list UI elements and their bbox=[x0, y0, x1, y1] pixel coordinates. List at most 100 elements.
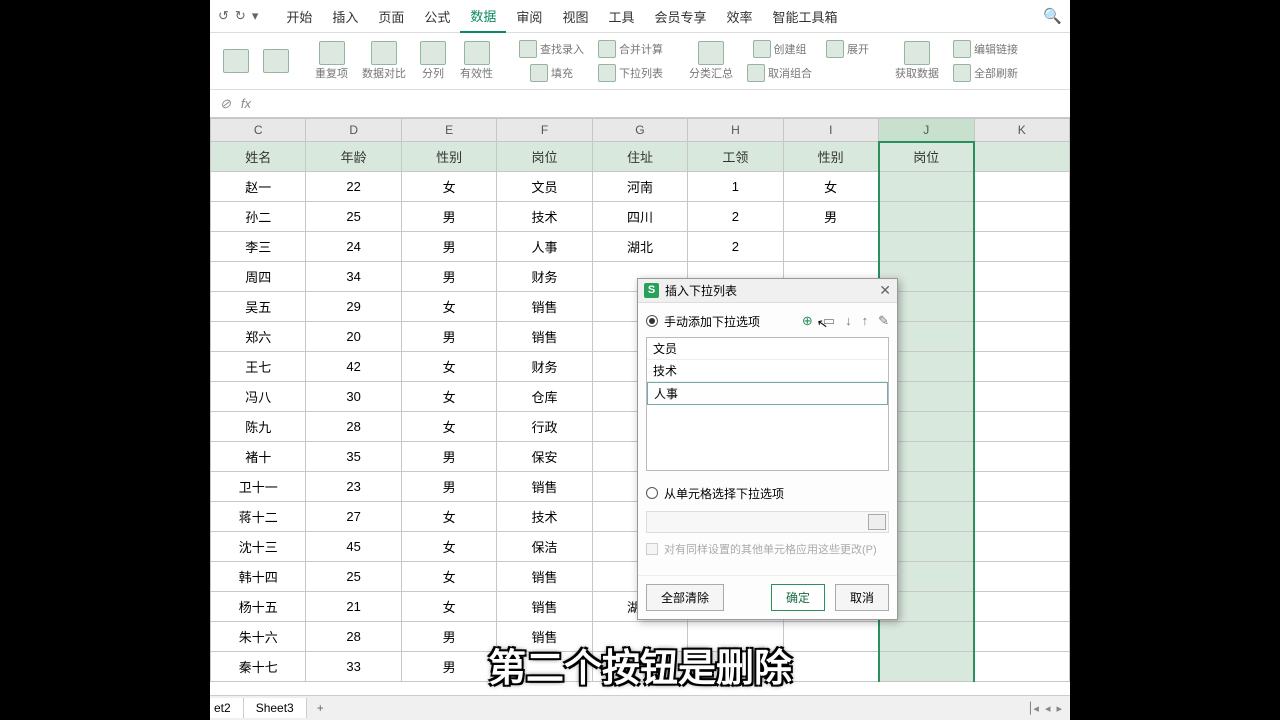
scroll-right-icon[interactable]: ▸ bbox=[1056, 702, 1062, 715]
header-cell[interactable] bbox=[974, 142, 1070, 172]
column-header[interactable]: H bbox=[688, 119, 783, 142]
cell[interactable]: 仓库 bbox=[497, 382, 592, 412]
cell[interactable]: 销售 bbox=[497, 562, 592, 592]
menu-smart[interactable]: 智能工具箱 bbox=[763, 1, 848, 32]
cell[interactable] bbox=[974, 232, 1070, 262]
cell[interactable]: 保安 bbox=[497, 442, 592, 472]
cell[interactable]: 财务 bbox=[497, 352, 592, 382]
cell[interactable]: 技术 bbox=[497, 202, 592, 232]
cell[interactable]: 45 bbox=[306, 532, 401, 562]
header-cell[interactable]: 住址 bbox=[592, 142, 687, 172]
cell[interactable] bbox=[974, 592, 1070, 622]
column-header[interactable]: D bbox=[306, 119, 401, 142]
list-item[interactable]: 人事 bbox=[647, 382, 888, 405]
cell-range-input[interactable] bbox=[646, 511, 889, 533]
ribbon-compare[interactable]: 数据对比 bbox=[356, 33, 412, 89]
menu-member[interactable]: 会员专享 bbox=[644, 1, 716, 32]
cell[interactable]: 女 bbox=[783, 172, 878, 202]
header-cell[interactable]: 性别 bbox=[783, 142, 878, 172]
column-header[interactable]: I bbox=[783, 119, 878, 142]
cell[interactable]: 23 bbox=[306, 472, 401, 502]
move-up-icon[interactable]: ↑ bbox=[862, 313, 869, 329]
cell[interactable]: 男 bbox=[401, 652, 496, 682]
cell[interactable]: 1 bbox=[688, 172, 783, 202]
menu-page[interactable]: 页面 bbox=[368, 1, 414, 32]
ribbon-duplicates[interactable]: 重复项 bbox=[309, 33, 354, 89]
cell[interactable] bbox=[974, 292, 1070, 322]
formula-bar[interactable]: ⊘ fx bbox=[210, 90, 1070, 118]
cell[interactable] bbox=[974, 352, 1070, 382]
cancel-formula-icon[interactable]: ⊘ bbox=[220, 96, 231, 112]
cell[interactable]: 女 bbox=[401, 352, 496, 382]
move-down-icon[interactable]: ↓ bbox=[845, 313, 852, 329]
column-header[interactable]: C bbox=[211, 119, 306, 142]
cell[interactable]: 30 bbox=[306, 382, 401, 412]
redo-icon[interactable]: ↻ bbox=[235, 8, 246, 24]
cell[interactable]: 销售 bbox=[497, 292, 592, 322]
cell[interactable]: 赵一 bbox=[211, 172, 306, 202]
cell[interactable]: 吴五 bbox=[211, 292, 306, 322]
menu-data[interactable]: 数据 bbox=[460, 0, 506, 33]
cell[interactable] bbox=[783, 232, 878, 262]
cell[interactable] bbox=[879, 652, 974, 682]
header-cell[interactable]: 岗位 bbox=[497, 142, 592, 172]
cell[interactable]: 27 bbox=[306, 502, 401, 532]
cell[interactable]: 文员 bbox=[497, 172, 592, 202]
cell[interactable] bbox=[974, 262, 1070, 292]
menu-formula[interactable]: 公式 bbox=[414, 1, 460, 32]
undo-icon[interactable]: ↺ bbox=[218, 8, 229, 24]
header-cell[interactable]: 工领 bbox=[688, 142, 783, 172]
clear-all-button[interactable]: 全部清除 bbox=[646, 584, 724, 611]
cell[interactable] bbox=[974, 622, 1070, 652]
cell[interactable]: 女 bbox=[401, 172, 496, 202]
ribbon-dropdown-list[interactable]: 下拉列表 bbox=[592, 62, 669, 84]
cell[interactable]: 沈十三 bbox=[211, 532, 306, 562]
list-item[interactable]: 技术 bbox=[647, 360, 888, 382]
header-cell[interactable]: 年龄 bbox=[306, 142, 401, 172]
scroll-left-icon[interactable]: ◂ bbox=[1045, 702, 1051, 715]
cell[interactable] bbox=[974, 472, 1070, 502]
cell[interactable] bbox=[879, 172, 974, 202]
add-item-icon[interactable]: ⊕ bbox=[802, 313, 813, 329]
header-cell[interactable]: 岗位 bbox=[879, 142, 974, 172]
ribbon-validity[interactable]: 有效性 bbox=[454, 33, 499, 89]
cell[interactable]: 男 bbox=[401, 232, 496, 262]
cell[interactable]: 42 bbox=[306, 352, 401, 382]
ribbon-refresh-all[interactable]: 全部刷新 bbox=[947, 62, 1024, 84]
cell[interactable]: 行政 bbox=[497, 412, 592, 442]
sheet-tab[interactable]: et2 bbox=[210, 698, 244, 718]
cell[interactable]: 女 bbox=[401, 562, 496, 592]
cell[interactable] bbox=[974, 442, 1070, 472]
ok-button[interactable]: 确定 bbox=[771, 584, 825, 611]
ribbon-edit-link[interactable]: 编辑链接 bbox=[947, 38, 1024, 60]
cell[interactable]: 冯八 bbox=[211, 382, 306, 412]
cell[interactable]: 28 bbox=[306, 412, 401, 442]
search-icon[interactable]: 🔍 bbox=[1043, 7, 1062, 25]
cell[interactable]: 28 bbox=[306, 622, 401, 652]
cell[interactable]: 技术 bbox=[497, 502, 592, 532]
column-header[interactable]: F bbox=[497, 119, 592, 142]
cell[interactable] bbox=[974, 562, 1070, 592]
cell[interactable] bbox=[974, 412, 1070, 442]
ribbon-merge-calc[interactable]: 合并计算 bbox=[592, 38, 669, 60]
cell[interactable]: 褚十 bbox=[211, 442, 306, 472]
dropdown-icon[interactable]: ▾ bbox=[252, 8, 259, 24]
sheet-tab[interactable]: Sheet3 bbox=[244, 698, 307, 718]
cell[interactable] bbox=[879, 232, 974, 262]
header-cell[interactable]: 性别 bbox=[401, 142, 496, 172]
ribbon-ungroup[interactable]: 取消组合 bbox=[741, 62, 818, 84]
cell[interactable]: 男 bbox=[401, 202, 496, 232]
cell[interactable] bbox=[974, 532, 1070, 562]
cell[interactable]: 女 bbox=[401, 292, 496, 322]
cell[interactable] bbox=[974, 202, 1070, 232]
scroll-start-icon[interactable]: ⎮◂ bbox=[1028, 702, 1039, 715]
filter-icon[interactable] bbox=[223, 49, 249, 73]
cell[interactable] bbox=[974, 652, 1070, 682]
menu-insert[interactable]: 插入 bbox=[322, 1, 368, 32]
cell[interactable]: 女 bbox=[401, 382, 496, 412]
ribbon-get-data[interactable]: 获取数据 bbox=[889, 33, 945, 89]
menu-tools[interactable]: 工具 bbox=[598, 1, 644, 32]
cell[interactable]: 25 bbox=[306, 562, 401, 592]
dropdown-items-list[interactable]: 文员 技术 人事 bbox=[646, 337, 889, 471]
cell[interactable]: 秦十七 bbox=[211, 652, 306, 682]
